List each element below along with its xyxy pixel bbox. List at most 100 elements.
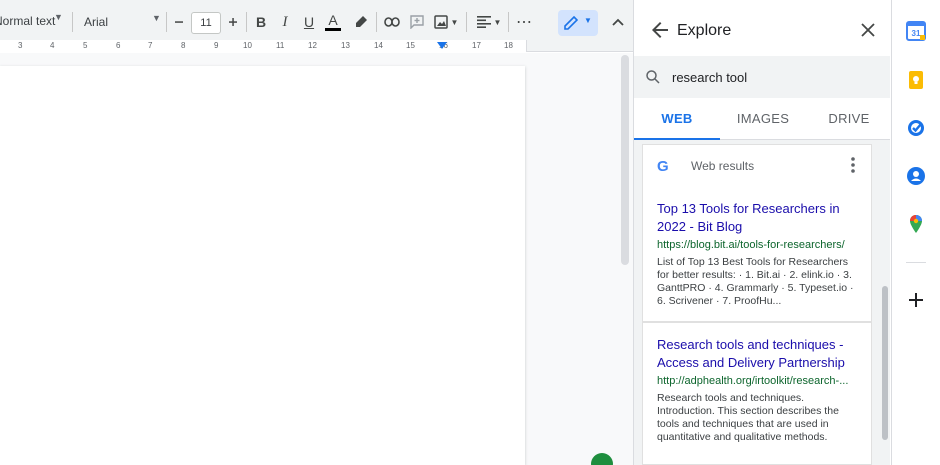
decrease-font-size-button[interactable] <box>170 10 188 34</box>
web-results-label: Web results <box>691 159 755 173</box>
align-icon <box>476 16 491 28</box>
explore-search-bar <box>634 56 890 98</box>
tab-images[interactable]: IMAGES <box>720 98 806 140</box>
svg-text:31: 31 <box>912 29 921 38</box>
italic-icon: I <box>282 13 288 30</box>
ruler-number: 18 <box>504 41 513 50</box>
underline-button[interactable]: U <box>298 10 320 34</box>
toolbar-divider <box>246 12 247 32</box>
link-icon <box>384 17 400 27</box>
explore-header: Explore <box>634 0 892 60</box>
ruler-number: 9 <box>214 41 219 50</box>
pen-icon <box>564 16 578 30</box>
chevron-up-icon <box>612 18 624 26</box>
toolbar-divider <box>376 12 377 32</box>
collapse-menus-button[interactable] <box>606 10 630 34</box>
document-canvas <box>0 53 633 465</box>
bold-button[interactable]: B <box>250 10 272 34</box>
result-snippet: Research tools and techniques. Introduct… <box>657 392 839 443</box>
paragraph-style-label: Normal text <box>0 14 56 28</box>
toolbar-divider <box>166 12 167 32</box>
ruler-number: 15 <box>406 41 415 50</box>
collaborator-avatar[interactable] <box>591 453 613 465</box>
font-family-label: Arial <box>84 15 109 29</box>
more-icon: ⋯ <box>516 14 532 31</box>
chevron-down-icon: ▼ <box>493 17 502 27</box>
indent-marker[interactable] <box>437 42 447 49</box>
result-url: https://blog.bit.ai/tools-for-researcher… <box>657 239 845 251</box>
insert-image-button[interactable]: ▼ <box>431 10 461 34</box>
web-results-list: G Web results Top 13 Tools for Researche… <box>634 140 890 465</box>
toolbar-divider <box>466 12 467 32</box>
tab-drive[interactable]: DRIVE <box>806 98 892 140</box>
explore-panel: Explore WEB IMAGES DRIVE G Web results T… <box>633 0 891 465</box>
ruler-number: 14 <box>374 41 383 50</box>
tasks-icon[interactable] <box>906 118 926 138</box>
editing-mode-button[interactable]: ▼ <box>558 10 598 36</box>
plus-icon <box>229 18 237 26</box>
document-scrollbar[interactable] <box>621 55 629 265</box>
ruler-number: 4 <box>50 41 55 50</box>
image-icon <box>433 15 448 29</box>
back-arrow-icon[interactable] <box>648 18 672 42</box>
paragraph-style-select[interactable]: Normal text ▼ <box>0 8 68 36</box>
search-icon <box>646 70 660 84</box>
result-title[interactable]: Top 13 Tools for Researchers in 2022 - B… <box>657 200 862 236</box>
ruler-number: 10 <box>243 41 252 50</box>
toolbar-divider <box>72 12 73 32</box>
ruler-track: 3 4 5 6 7 8 9 10 11 12 13 14 15 16 17 18 <box>0 40 527 52</box>
contacts-icon[interactable] <box>906 166 926 186</box>
explore-search-input[interactable] <box>672 66 872 88</box>
search-result[interactable]: Top 13 Tools for Researchers in 2022 - B… <box>642 187 872 322</box>
google-logo-icon: G <box>657 158 669 175</box>
explore-tabs: WEB IMAGES DRIVE <box>634 98 890 140</box>
horizontal-ruler[interactable]: 3 4 5 6 7 8 9 10 11 12 13 14 15 16 17 18 <box>0 40 633 52</box>
text-color-icon: A <box>328 12 338 28</box>
more-options-button[interactable]: ⋯ <box>512 10 536 34</box>
search-result[interactable]: Research tools and techniques - Access a… <box>642 322 872 465</box>
ruler-number: 12 <box>308 41 317 50</box>
keep-icon[interactable] <box>906 70 926 90</box>
web-results-header: G Web results <box>642 144 872 188</box>
tab-web[interactable]: WEB <box>634 98 720 140</box>
explore-scrollbar[interactable] <box>882 286 888 440</box>
chevron-down-icon: ▼ <box>152 13 161 23</box>
underline-icon: U <box>303 14 315 30</box>
comment-icon <box>410 15 424 29</box>
font-size-input[interactable]: 11 <box>191 12 221 34</box>
result-snippet: List of Top 13 Best Tools for Researcher… <box>657 256 854 307</box>
more-vert-icon[interactable] <box>849 155 857 175</box>
result-url: http://adphealth.org/irtoolkit/research-… <box>657 375 849 387</box>
ruler-number: 7 <box>148 41 153 50</box>
add-icon[interactable] <box>906 290 926 310</box>
ruler-number: 5 <box>83 41 88 50</box>
ruler-number: 13 <box>341 41 350 50</box>
text-color-button[interactable]: A <box>322 10 344 34</box>
bold-icon: B <box>255 14 267 30</box>
ruler-number: 6 <box>116 41 121 50</box>
chevron-down-icon: ▼ <box>54 12 63 22</box>
result-title[interactable]: Research tools and techniques - Access a… <box>657 336 862 372</box>
ruler-number: 8 <box>181 41 186 50</box>
toolbar-divider <box>508 12 509 32</box>
calendar-icon[interactable]: 31 <box>906 21 926 41</box>
close-icon[interactable] <box>856 18 880 42</box>
minus-icon <box>175 21 183 23</box>
document-page[interactable] <box>0 66 525 465</box>
maps-icon[interactable] <box>906 214 926 234</box>
ruler-number: 3 <box>18 41 23 50</box>
highlight-color-button[interactable] <box>350 10 372 34</box>
font-family-select[interactable]: Arial ▼ <box>84 8 164 36</box>
insert-link-button[interactable] <box>381 10 403 34</box>
increase-font-size-button[interactable] <box>224 10 242 34</box>
ruler-number: 11 <box>276 41 285 50</box>
explore-title: Explore <box>677 22 732 39</box>
docs-toolbar: Normal text ▼ Arial ▼ 11 B I U A ▼ ▼ ⋯ ▼ <box>0 0 633 40</box>
chevron-down-icon: ▼ <box>450 17 459 27</box>
text-color-swatch <box>325 28 341 31</box>
highlight-icon <box>356 16 367 27</box>
ruler-number: 17 <box>472 41 481 50</box>
add-comment-button[interactable] <box>406 10 428 34</box>
align-button[interactable]: ▼ <box>474 10 504 34</box>
italic-button[interactable]: I <box>274 10 296 34</box>
